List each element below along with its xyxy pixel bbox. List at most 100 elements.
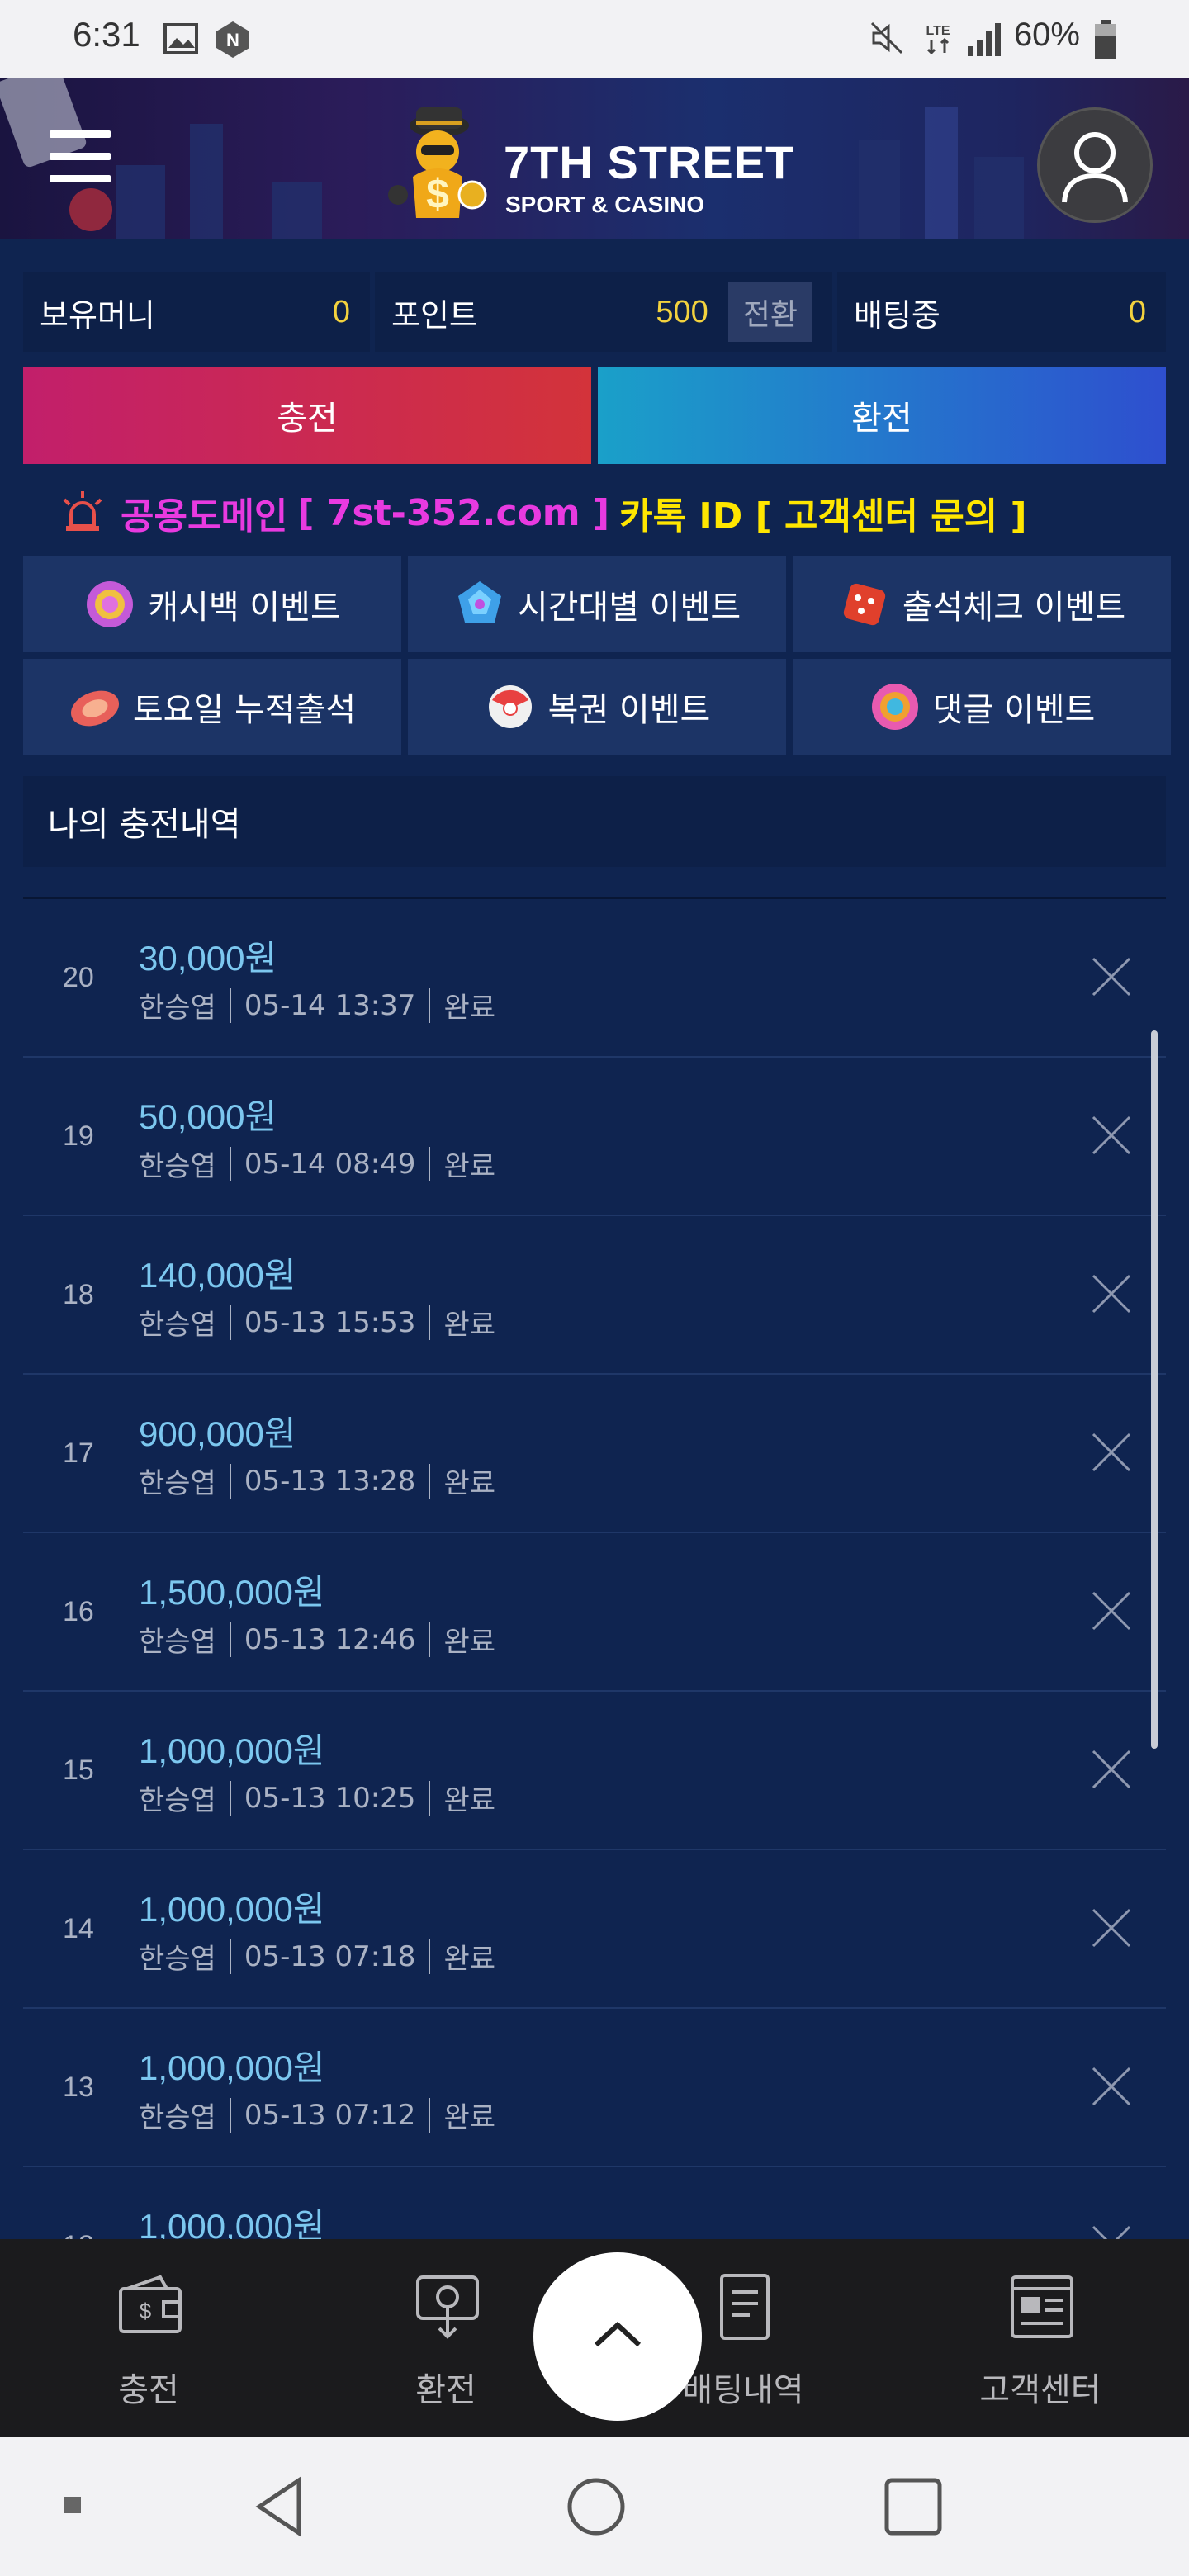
- history-row: 19 50,000원 한승엽 05-14 08:49 완료: [23, 1058, 1166, 1216]
- domain-value[interactable]: [ 7st-352.com ]: [297, 492, 609, 534]
- svg-text:N: N: [226, 30, 239, 50]
- history-row: 16 1,500,000원 한승엽 05-13 12:46 완료: [23, 1533, 1166, 1692]
- row-number: 13: [63, 2072, 94, 2103]
- scroll-to-top-button[interactable]: [533, 2252, 702, 2421]
- delete-close-icon[interactable]: [1085, 1109, 1138, 1162]
- history-row: 20 30,000원 한승엽 05-14 13:37 완료: [23, 899, 1166, 1058]
- row-date: 05-13 15:53: [244, 1305, 416, 1339]
- delete-close-icon[interactable]: [1085, 2218, 1138, 2240]
- event-label: 캐시백 이벤트: [148, 589, 341, 627]
- alarm-siren-icon: [63, 491, 102, 531]
- delete-close-icon[interactable]: [1085, 1584, 1138, 1637]
- kakao-id-notice: 카톡 ID [ 고객센터 문의 ]: [619, 495, 1027, 537]
- svg-text:LTE: LTE: [926, 24, 950, 38]
- row-number: 19: [63, 1120, 94, 1152]
- event-label: 출석체크 이벤트: [902, 589, 1126, 627]
- row-name: 한승엽: [139, 992, 216, 1025]
- row-meta: 한승엽 05-13 07:18 완료: [139, 1936, 495, 1977]
- event-label: 시간대별 이벤트: [517, 589, 741, 627]
- delete-close-icon[interactable]: [1085, 1267, 1138, 1320]
- saturday-attendance-button[interactable]: 토요일 누적출석: [23, 659, 401, 755]
- row-name: 한승엽: [139, 1309, 216, 1342]
- row-status: 완료: [443, 992, 495, 1025]
- hamburger-menu-button[interactable]: [50, 130, 111, 183]
- row-meta: 한승엽 05-14 08:49 완료: [139, 1144, 495, 1184]
- charge-history-list[interactable]: 20 30,000원 한승엽 05-14 13:37 완료 19 50,000원…: [23, 899, 1166, 2240]
- row-status: 완료: [443, 1150, 495, 1183]
- point-convert-button[interactable]: 전환: [727, 282, 812, 342]
- event-label: 토요일 누적출석: [132, 691, 357, 729]
- history-row: 14 1,000,000원 한승엽 05-13 07:18 완료: [23, 1850, 1166, 2009]
- dice-icon: [843, 583, 885, 626]
- action-row: 충전 환전: [23, 367, 1166, 464]
- lte-icon: LTE: [926, 24, 950, 55]
- withdraw-icon: [416, 2275, 479, 2339]
- status-time: 6:31: [73, 15, 140, 54]
- history-row: 17 900,000원 한승엽 05-13 13:28 완료: [23, 1375, 1166, 1533]
- lottery-event-button[interactable]: 복권 이벤트: [408, 659, 786, 755]
- row-status: 완료: [443, 1309, 495, 1342]
- row-number: 17: [63, 1437, 94, 1469]
- home-icon[interactable]: [563, 2474, 629, 2540]
- cashback-event-button[interactable]: 캐시백 이벤트: [23, 556, 401, 652]
- row-amount: 900,000원: [139, 1414, 296, 1453]
- delete-close-icon[interactable]: [1085, 950, 1138, 1003]
- user-profile-button[interactable]: [1037, 107, 1153, 223]
- delete-close-icon[interactable]: [1085, 1743, 1138, 1796]
- cashback-chip-icon: [87, 581, 134, 627]
- row-date: 05-13 10:25: [244, 1781, 416, 1815]
- point-value: 500: [656, 294, 708, 329]
- charge-history-title: 나의 충전내역: [23, 776, 1166, 867]
- svg-text:$: $: [140, 2299, 152, 2323]
- history-row: 13 1,000,000원 한승엽 05-13 07:12 완료: [23, 2009, 1166, 2167]
- row-status: 완료: [443, 1784, 495, 1817]
- delete-close-icon[interactable]: [1085, 1426, 1138, 1479]
- row-meta: 한승엽 05-13 07:12 완료: [139, 2095, 495, 2135]
- back-icon[interactable]: [248, 2474, 314, 2540]
- chevron-up-icon: [594, 2321, 642, 2347]
- row-date: 05-13 07:12: [244, 2098, 416, 2132]
- battery-icon: [1095, 20, 1116, 59]
- history-row: 12 1,000,000원: [23, 2167, 1166, 2240]
- comment-event-button[interactable]: 댓글 이벤트: [793, 659, 1171, 755]
- money-label: 보유머니: [40, 296, 155, 334]
- attendance-event-button[interactable]: 출석체크 이벤트: [793, 556, 1171, 652]
- chip-icon: [70, 690, 119, 727]
- event-label: 복권 이벤트: [547, 691, 711, 729]
- nav-charge[interactable]: $ 충전: [0, 2239, 297, 2437]
- status-bar: 6:31 N LTE 60%: [0, 0, 1189, 78]
- betting-balance: 배팅중 0: [837, 272, 1166, 352]
- site-logo[interactable]: $ 7TH STREET SPORT & CASINO: [380, 94, 826, 226]
- svg-text:$: $: [426, 171, 449, 217]
- delete-close-icon[interactable]: [1085, 1901, 1138, 1954]
- mute-icon: [870, 21, 903, 54]
- row-name: 한승엽: [139, 2101, 216, 2134]
- row-amount: 1,000,000원: [139, 1890, 325, 1929]
- time-event-button[interactable]: 시간대별 이벤트: [408, 556, 786, 652]
- row-meta: 한승엽 05-13 10:25 완료: [139, 1778, 495, 1818]
- row-amount: 140,000원: [139, 1256, 296, 1295]
- row-name: 한승엽: [139, 1784, 216, 1817]
- row-number: 15: [63, 1754, 94, 1786]
- delete-close-icon[interactable]: [1085, 2060, 1138, 2113]
- gem-icon: [457, 581, 501, 623]
- row-date: 05-13 13:28: [244, 1464, 416, 1498]
- gallery-icon: [163, 23, 198, 54]
- charge-button[interactable]: 충전: [23, 367, 591, 464]
- betting-value: 0: [1128, 294, 1146, 329]
- battery-percent: 60%: [1013, 17, 1080, 53]
- nav-label: 고객센터: [979, 2371, 1101, 2409]
- logo-subtitle: SPORT & CASINO: [505, 192, 705, 217]
- row-name: 한승엽: [139, 1626, 216, 1659]
- recent-apps-icon[interactable]: [880, 2474, 946, 2540]
- logo-title: 7TH STREET: [504, 136, 795, 188]
- point-balance: 포인트 500 전환: [375, 272, 832, 352]
- row-status: 완료: [443, 1626, 495, 1659]
- scrollbar[interactable]: [1151, 1030, 1158, 1749]
- nav-dot-icon: [64, 2497, 81, 2513]
- signal-icon: [968, 23, 1001, 56]
- nav-customer-center[interactable]: 고객센터: [892, 2239, 1189, 2437]
- row-date: 05-13 07:18: [244, 1939, 416, 1973]
- exchange-button[interactable]: 환전: [598, 367, 1166, 464]
- row-date: 05-14 08:49: [244, 1147, 416, 1181]
